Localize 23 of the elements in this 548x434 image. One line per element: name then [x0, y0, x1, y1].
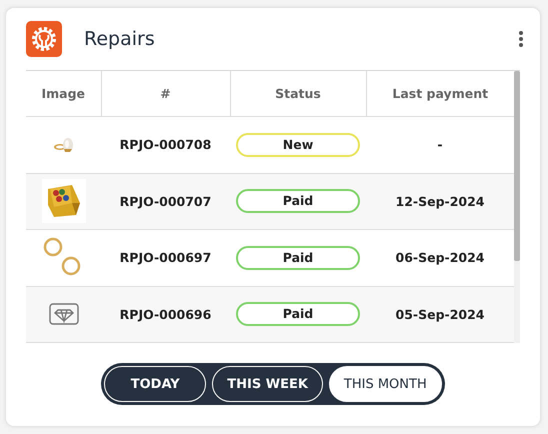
card-title: Repairs — [84, 28, 155, 50]
repair-number: RPJO-000697 — [120, 250, 212, 266]
period-tab[interactable]: THIS MONTH — [328, 366, 442, 402]
column-header: # — [160, 86, 171, 101]
payment-date: 05-Sep-2024 — [396, 306, 484, 322]
column-header: Image — [41, 86, 86, 101]
more-icon[interactable] — [518, 30, 524, 48]
column-header: Last payment — [392, 86, 488, 101]
gear-wrench-icon — [26, 21, 62, 57]
payment-date: - — [437, 137, 443, 152]
status-badge: Paid — [236, 189, 360, 214]
scrollbar-thumb[interactable] — [514, 71, 520, 261]
payment-date: 06-Sep-2024 — [396, 250, 484, 266]
status-badge: Paid — [236, 302, 360, 326]
repair-number: RPJO-000707 — [120, 194, 212, 209]
column-header: Status — [275, 86, 321, 101]
repair-number: RPJO-000696 — [120, 306, 212, 322]
status-badge: Paid — [236, 246, 360, 270]
period-tab[interactable]: THIS WEEK — [212, 366, 323, 402]
payment-date: 12-Sep-2024 — [396, 194, 484, 209]
status-badge: New — [236, 132, 360, 157]
period-tab[interactable]: TODAY — [104, 366, 206, 402]
repair-number: RPJO-000708 — [120, 137, 212, 152]
